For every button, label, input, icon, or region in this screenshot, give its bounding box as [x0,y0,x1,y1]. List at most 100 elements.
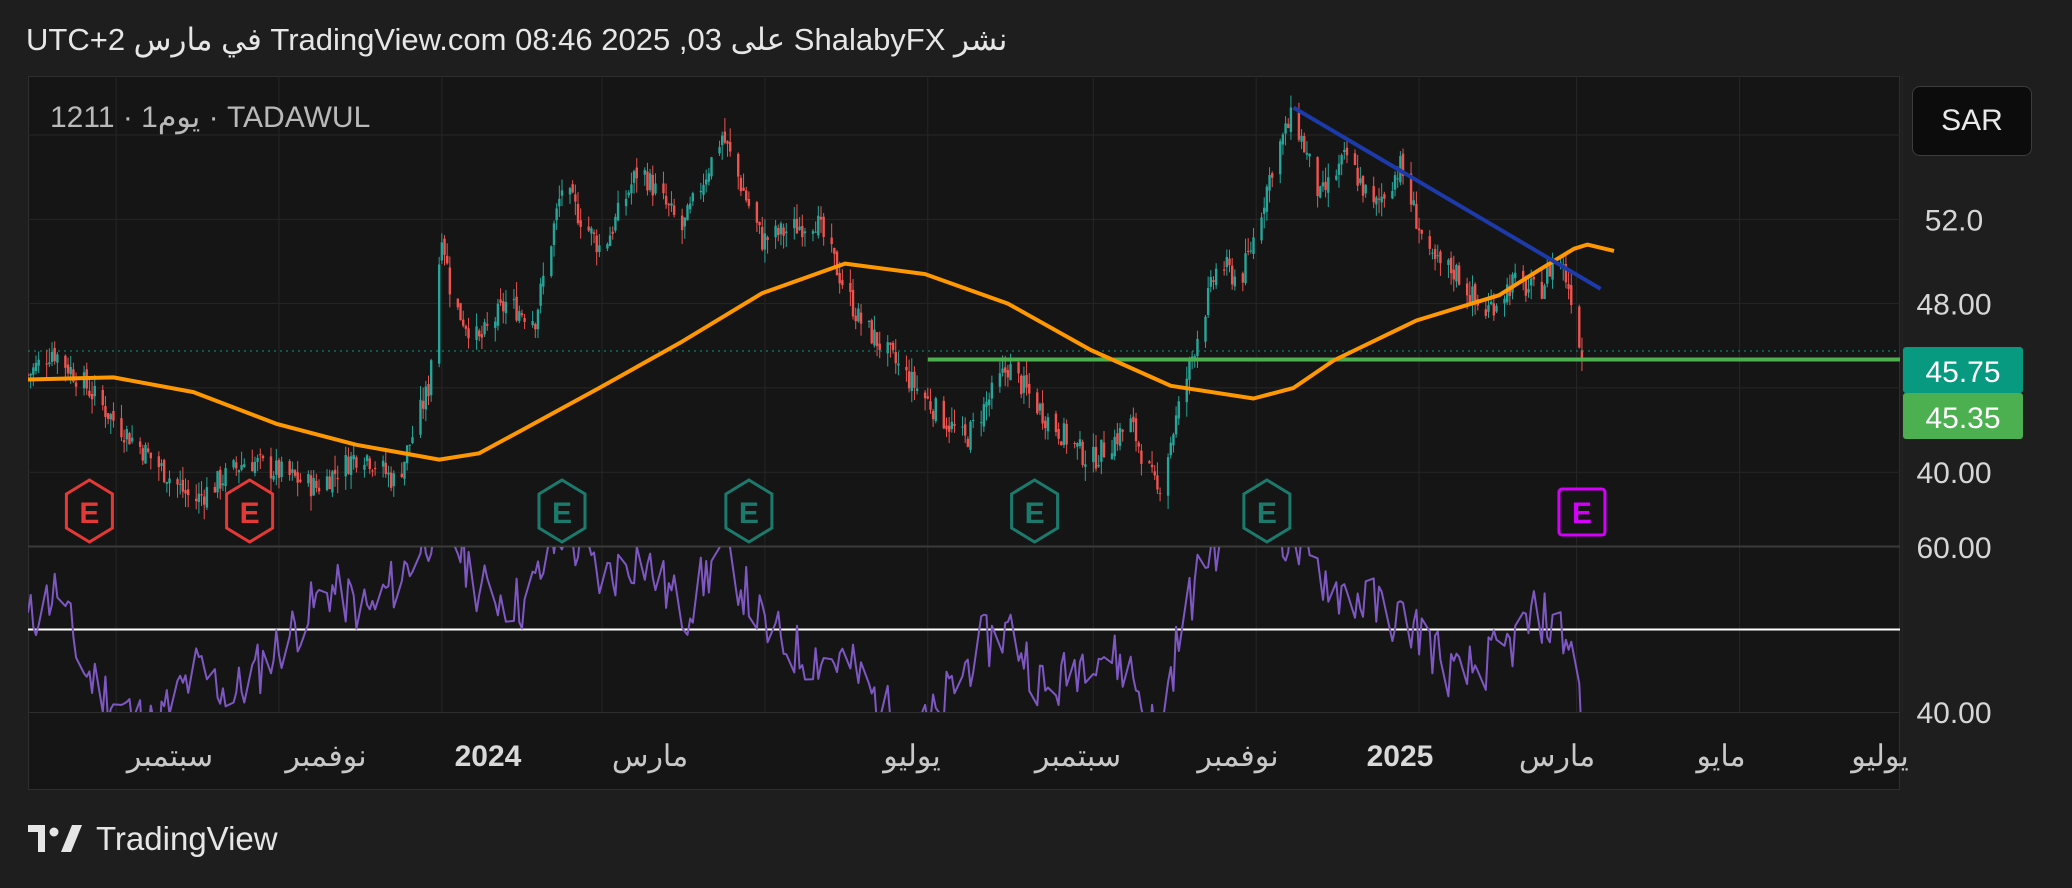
candle [1206,276,1210,319]
candle [576,192,580,226]
candle [502,292,505,324]
currency-button[interactable]: SAR [1912,86,2032,156]
candle [1316,156,1319,208]
candle [574,184,577,216]
candle [261,454,265,462]
candle [539,277,542,314]
candle [424,380,428,422]
candle [400,462,403,478]
candle [464,324,468,337]
time-axis-label: يوليو [881,740,941,774]
candle [478,328,481,342]
candle [427,375,430,405]
candle [777,224,780,242]
earnings-marker: E [1010,478,1060,544]
time-axis-label: 2024 [455,740,522,773]
moving-average-line [28,242,1615,462]
candle [1513,263,1517,283]
svg-text:E: E [1257,497,1277,530]
candle [187,480,190,508]
candle [953,409,956,433]
candle [595,229,598,266]
candle [347,447,350,475]
footer-brand: TradingView [96,820,278,857]
candle [1337,154,1341,188]
candle [934,396,937,424]
candle [1484,299,1488,319]
candle [373,461,377,476]
candle [365,453,369,467]
candle [1046,413,1050,440]
candle [747,191,751,209]
candle [710,156,713,180]
candle [1580,337,1584,371]
candle [1503,295,1506,317]
candle [336,465,339,494]
candle [931,408,935,427]
candle [1401,148,1405,185]
candle [1054,410,1058,437]
candle [763,219,767,263]
candle [146,442,150,454]
candle [704,169,708,193]
candle [1228,249,1231,273]
candle [867,320,871,328]
candle [560,179,564,207]
candle [480,325,484,350]
candle [755,200,759,232]
candle [688,196,692,214]
candle [1409,161,1413,212]
candle [1057,422,1060,445]
candle [1249,241,1253,254]
candle [990,375,994,410]
candle [729,128,732,157]
candle [1196,330,1199,368]
candle [333,455,337,487]
candle [112,402,115,428]
candle [197,482,201,514]
candle [1417,217,1421,244]
candle [50,342,54,367]
candle [841,269,844,289]
candle [219,466,222,500]
time-axis-label: سبتمبر [1033,740,1121,774]
candle [1028,373,1031,409]
candle [822,212,825,246]
candle [309,470,313,511]
candle [486,312,489,331]
candle [894,339,897,374]
candle [971,412,975,428]
candle [1377,187,1381,214]
candle [835,250,839,276]
candle [910,358,913,403]
candle [785,223,788,247]
price-axis-label: 52.0 [1925,204,1983,237]
rsi-axis-label: 60.00 [1916,532,1991,565]
candle [1020,374,1023,399]
candle [496,298,500,331]
footer-logo[interactable]: TradingView [28,820,278,858]
candle [646,162,649,196]
earnings-marker: E [724,478,774,544]
candle [1393,171,1397,197]
candle [256,454,259,472]
candle [739,174,743,197]
candle [475,313,478,350]
candle [1209,270,1213,293]
time-axis-label: مارس [612,740,688,774]
candle [443,235,446,266]
candle [34,355,38,375]
candle [1252,227,1255,260]
candle [440,233,444,265]
candle [355,455,358,473]
candle [1132,407,1135,433]
time-axis-label: 2025 [1367,740,1434,773]
candle [854,307,857,330]
candle [237,469,241,484]
candle [1324,167,1327,198]
candle [1065,419,1068,454]
candle [817,205,820,239]
candle [875,332,879,357]
candle [857,303,860,323]
candle [905,355,908,382]
